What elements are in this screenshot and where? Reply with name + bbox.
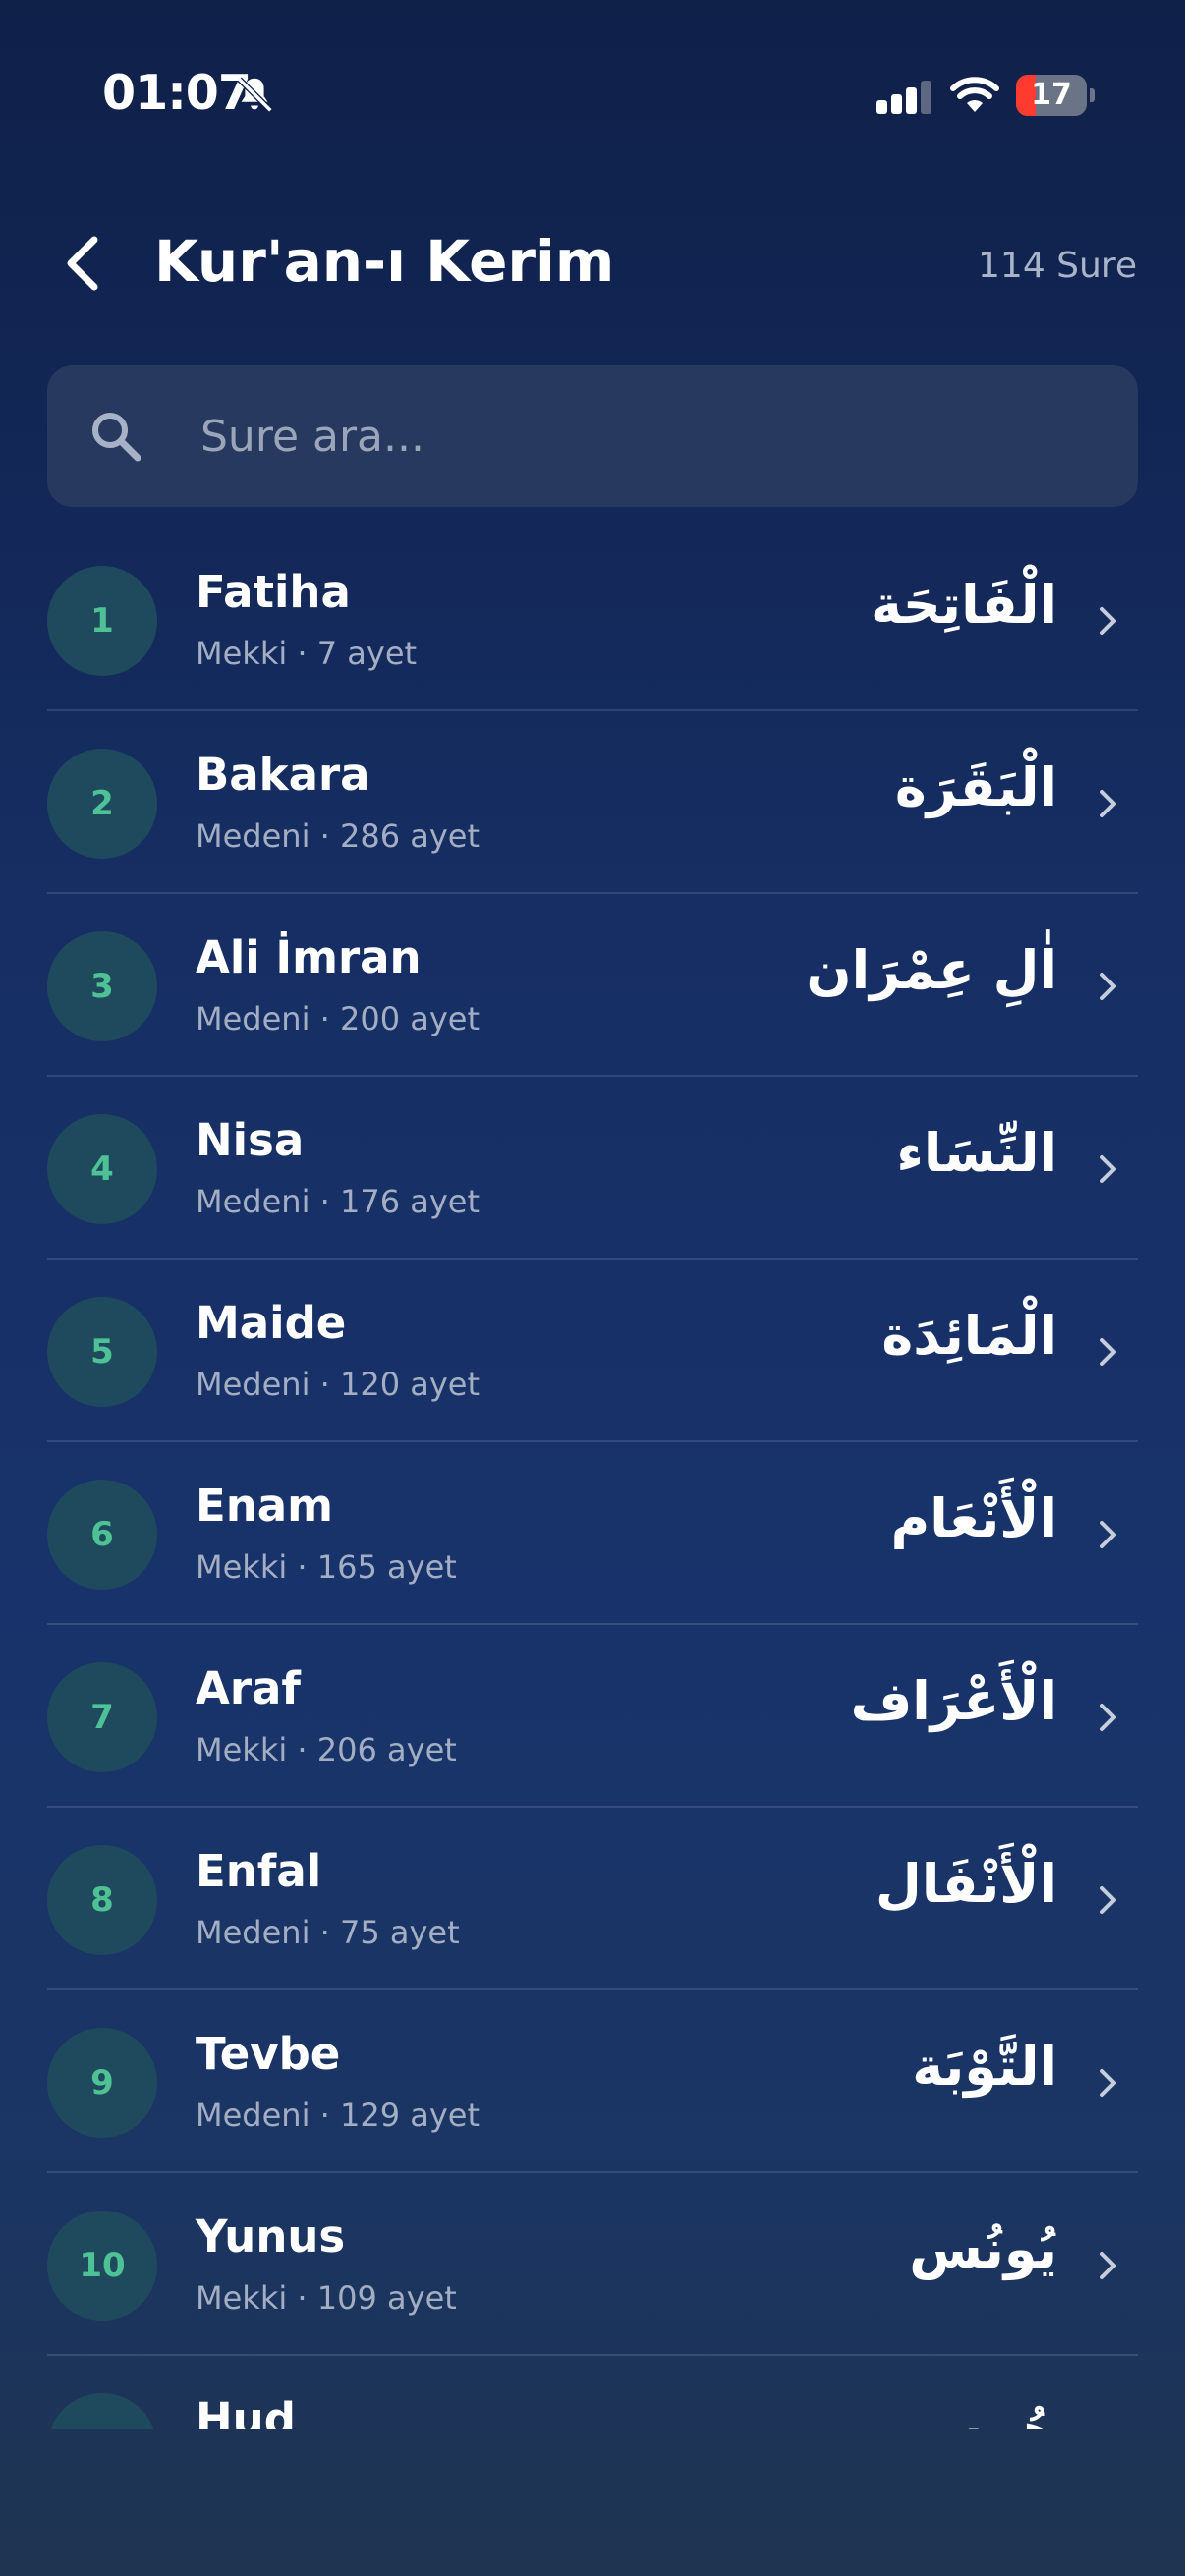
wifi-icon — [950, 77, 999, 112]
chevron-right-icon — [1100, 973, 1116, 1000]
surah-row[interactable]: 4 Nisa Medeni · 176 ayet النِّسَاء — [47, 1077, 1138, 1260]
surah-arabic-name: النِّسَاء — [896, 1122, 1057, 1184]
surah-name: Nisa — [196, 1114, 305, 1166]
surah-row[interactable]: 8 Enfal Medeni · 75 ayet الْأَنْفَال — [47, 1808, 1138, 1990]
surah-row[interactable]: 3 Ali İmran Medeni · 200 ayet اٰلِ عِمْرَان — [47, 894, 1138, 1077]
surah-name: Araf — [196, 1662, 301, 1714]
surah-name: Yunus — [196, 2211, 346, 2263]
surah-name: Maide — [196, 1297, 347, 1349]
bell-muted-icon — [237, 77, 273, 113]
surah-meta: Medeni · 75 ayet — [196, 1914, 460, 1951]
status-bar: 01:07 17 — [0, 0, 1185, 196]
surah-number-badge: 4 — [47, 1114, 157, 1224]
surah-name: Hud — [196, 2393, 296, 2429]
search-icon — [92, 413, 141, 462]
battery-icon: 17 — [1016, 75, 1095, 118]
surah-arabic-name: الْفَاتِحَة — [871, 574, 1057, 636]
surah-name: Bakara — [196, 749, 370, 801]
surah-name: Ali İmran — [196, 931, 422, 983]
surah-number-badge: 1 — [47, 566, 157, 676]
surah-arabic-name: الْأَعْرَاف — [850, 1670, 1057, 1732]
surah-number-badge: 8 — [47, 1845, 157, 1955]
surah-meta: Medeni · 200 ayet — [196, 1000, 480, 1037]
surah-meta: Mekki · 165 ayet — [196, 1548, 457, 1586]
search-bar[interactable] — [47, 365, 1138, 507]
chevron-right-icon — [1100, 607, 1116, 635]
surah-name: Tevbe — [196, 2028, 341, 2080]
surah-row[interactable]: 9 Tevbe Medeni · 129 ayet التَّوْبَة — [47, 1990, 1138, 2173]
surah-number-badge: 10 — [47, 2211, 157, 2321]
back-chevron-icon[interactable] — [55, 232, 110, 295]
surah-meta: Medeni · 129 ayet — [196, 2097, 480, 2134]
surah-number-badge: 2 — [47, 749, 157, 859]
surah-name: Enfal — [196, 1845, 322, 1897]
surah-row[interactable]: 1 Fatiha Mekki · 7 ayet الْفَاتِحَة — [47, 529, 1138, 711]
chevron-right-icon — [1100, 2069, 1116, 2097]
surah-meta: Mekki · 7 ayet — [196, 635, 418, 672]
surah-arabic-name: هُود — [960, 2401, 1057, 2429]
surah-number-badge: 9 — [47, 2028, 157, 2138]
status-time: 01:07 — [102, 65, 252, 121]
surah-number-badge: 11 — [47, 2393, 157, 2429]
cellular-signal-icon — [876, 81, 931, 114]
surah-list: 1 Fatiha Mekki · 7 ayet الْفَاتِحَة 2 Bakara M… — [47, 529, 1138, 2429]
surah-row[interactable]: 5 Maide Medeni · 120 ayet الْمَائِدَة — [47, 1260, 1138, 1442]
surah-meta: Mekki · 206 ayet — [196, 1731, 457, 1768]
surah-row[interactable]: 11HudMekki · 123 ayetهُود — [47, 2356, 1138, 2429]
surah-arabic-name: الْبَقَرَة — [894, 756, 1057, 818]
surah-arabic-name: الْأَنْعَام — [890, 1487, 1057, 1549]
chevron-right-icon — [1100, 1521, 1116, 1548]
surah-row[interactable]: 2 Bakara Medeni · 286 ayet الْبَقَرَة — [47, 711, 1138, 894]
surah-meta: Medeni · 120 ayet — [196, 1366, 480, 1403]
surah-arabic-name: التَّوْبَة — [912, 2036, 1057, 2098]
surah-arabic-name: الْمَائِدَة — [881, 1305, 1057, 1367]
surah-row[interactable]: 6 Enam Mekki · 165 ayet الْأَنْعَام — [47, 1442, 1138, 1625]
surah-meta: Medeni · 286 ayet — [196, 817, 480, 855]
surah-row[interactable]: 10 Yunus Mekki · 109 ayet يُونُس — [47, 2173, 1138, 2356]
surah-meta: Medeni · 176 ayet — [196, 1183, 480, 1220]
surah-meta: Mekki · 109 ayet — [196, 2279, 457, 2317]
surah-arabic-name: اٰلِ عِمْرَان — [806, 939, 1057, 1001]
surah-number-badge: 6 — [47, 1480, 157, 1590]
surah-arabic-name: يُونُس — [909, 2218, 1057, 2280]
chevron-right-icon — [1100, 1704, 1116, 1731]
chevron-right-icon — [1100, 790, 1116, 817]
chevron-right-icon — [1100, 1338, 1116, 1366]
surah-row[interactable]: 7 Araf Mekki · 206 ayet الْأَعْرَاف — [47, 1625, 1138, 1808]
chevron-right-icon — [1100, 2252, 1116, 2279]
surah-name: Fatiha — [196, 566, 351, 618]
surah-number-badge: 5 — [47, 1297, 157, 1407]
page-title: Kur'an-ı Kerim — [154, 228, 615, 295]
surah-number-badge: 7 — [47, 1662, 157, 1772]
search-input[interactable] — [200, 365, 1085, 507]
battery-level: 17 — [1031, 78, 1072, 112]
chevron-right-icon — [1100, 1155, 1116, 1183]
chevron-right-icon — [1100, 1886, 1116, 1914]
surah-name: Enam — [196, 1480, 334, 1532]
surah-arabic-name: الْأَنْفَال — [875, 1853, 1057, 1915]
surah-count: 114 Sure — [978, 246, 1137, 286]
surah-number-badge: 3 — [47, 931, 157, 1041]
